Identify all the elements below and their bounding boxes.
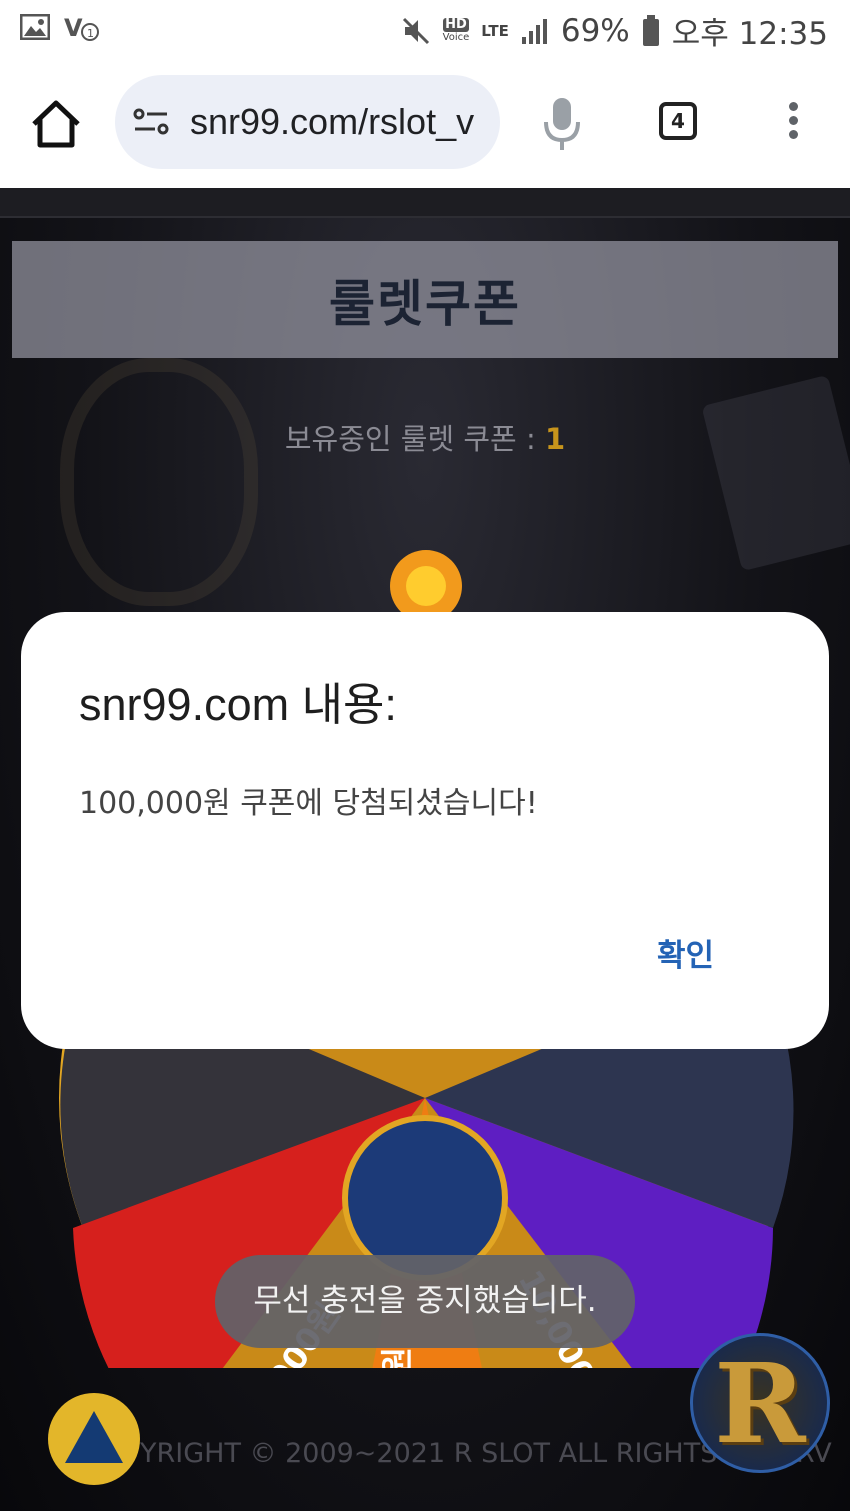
coupon-count-label: 보유중인 룰렛 쿠폰 : [284,422,545,456]
scroll-top-button[interactable] [48,1393,140,1485]
tab-switcher-icon[interactable]: 4 [659,102,697,140]
menu-icon[interactable] [786,102,800,144]
battery-icon [642,14,659,46]
vpn-key-icon: V 1 [64,14,99,42]
dragon-decoration [60,358,258,606]
voice-label: Voice [442,31,470,43]
home-icon[interactable] [30,98,82,150]
address-bar[interactable]: snr99.com/rslot_v [115,75,500,169]
svg-text:1: 1 [87,27,94,40]
dialog-title: snr99.com 내용: [79,679,397,730]
coupon-count-value: 1 [544,422,566,456]
coupon-count: 보유중인 룰렛 쿠폰 : 1 [0,416,850,458]
ok-button[interactable]: 확인 [657,930,714,975]
toast-message: 무선 충전을 중지했습니다. [215,1255,635,1348]
battery-percent: 69% [560,12,630,49]
wheel-label-orange: 000원 [378,1347,416,1368]
svg-text:V: V [64,14,83,42]
page-title-band: 룰렛쿠폰 [12,241,838,358]
r-slot-logo[interactable]: R [690,1333,830,1473]
network-type: LTE [481,21,509,40]
signal-icon [521,18,547,44]
page-header-strip [0,188,850,218]
mic-icon[interactable] [540,96,584,152]
site-settings-icon[interactable] [133,107,171,137]
clock: 오후 12:35 [671,16,828,52]
hd-label: HD [442,17,470,32]
gallery-icon [20,14,50,40]
cards-decoration [701,374,850,572]
page-title: 룰렛쿠폰 [329,274,521,333]
browser-toolbar: snr99.com/rslot_v 4 [0,58,850,188]
alert-dialog: snr99.com 내용: 100,000원 쿠폰에 당첨되셨습니다! 확인 [21,612,829,1049]
url-text[interactable]: snr99.com/rslot_v [190,101,480,143]
status-bar: V 1 HD Voice LTE 69% 오후 12:35 [0,0,850,58]
dialog-message: 100,000원 쿠폰에 당첨되셨습니다! [79,786,538,821]
wheel-hub [342,1115,508,1281]
mute-icon [402,17,429,44]
hd-voice-indicator: HD Voice [442,17,470,44]
